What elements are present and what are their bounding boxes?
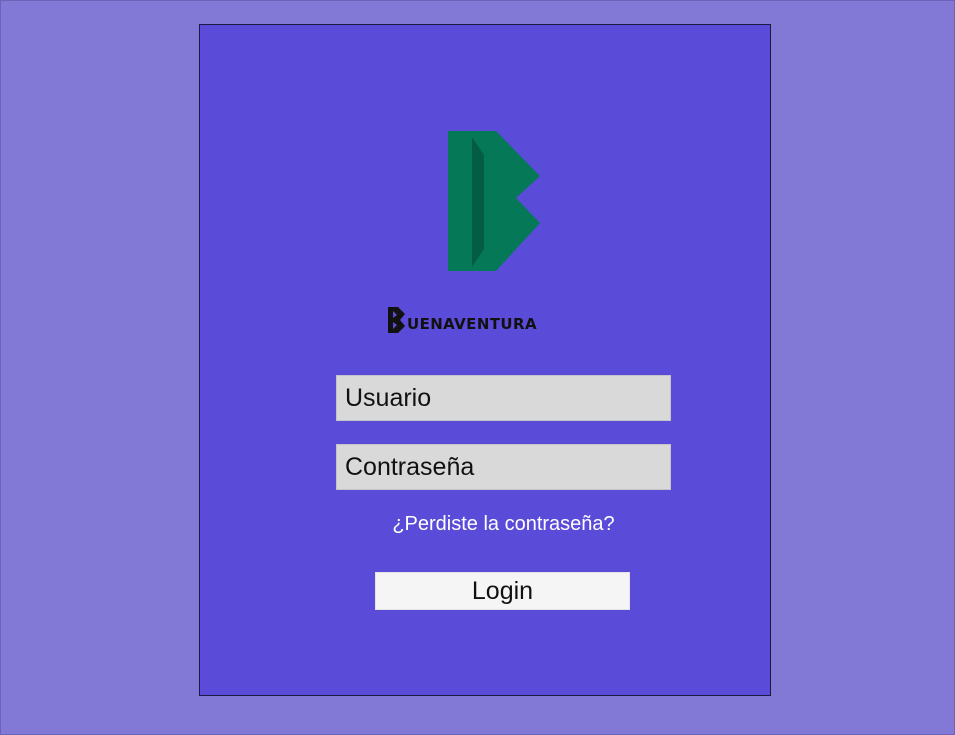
login-button[interactable]: Login [375,572,630,610]
brand-name: UENAVENTURA [407,315,537,333]
login-card: UENAVENTURA ¿Perdiste la contraseña? Log… [199,24,771,696]
wordmark-b-icon [388,307,405,333]
brand-wordmark: UENAVENTURA [388,307,604,333]
password-input[interactable] [336,444,671,490]
username-input[interactable] [336,375,671,421]
login-page: UENAVENTURA ¿Perdiste la contraseña? Log… [0,0,955,735]
forgot-password-link[interactable]: ¿Perdiste la contraseña? [336,513,671,536]
buenaventura-logo-icon [448,131,540,271]
